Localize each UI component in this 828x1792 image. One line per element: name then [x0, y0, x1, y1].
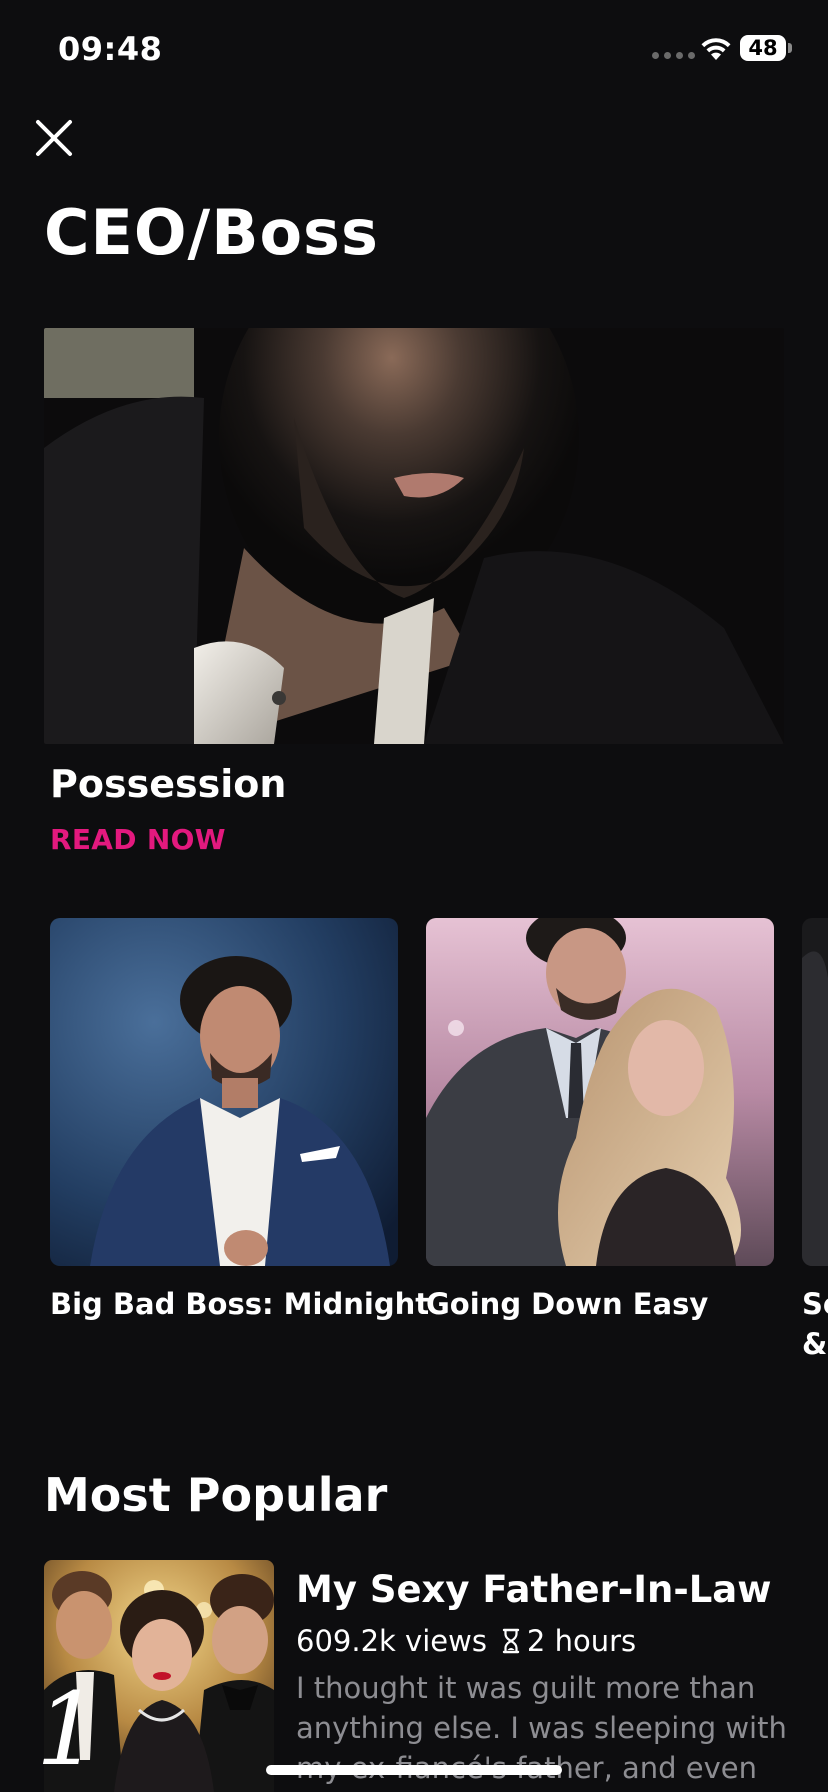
popular-meta: 609.2k views 2 hours [296, 1624, 636, 1658]
story-cover-image [426, 918, 774, 1266]
story-card[interactable]: Big Bad Boss: Midnight [50, 918, 430, 1324]
story-card[interactable]: Going Down Easy [426, 918, 774, 1324]
close-icon [36, 120, 72, 156]
wifi-icon [701, 38, 731, 60]
hourglass-icon [502, 1628, 520, 1654]
story-title: Se & [802, 1287, 828, 1361]
page-title: CEO/Boss [44, 196, 379, 269]
home-indicator[interactable] [266, 1765, 562, 1775]
section-title-most-popular: Most Popular [44, 1468, 388, 1522]
status-time: 09:48 [58, 30, 163, 68]
popular-list-item[interactable]: 1 My Sexy Father-In-Law 609.2k views 2 h… [36, 1560, 828, 1792]
battery-indicator: 48 [740, 35, 786, 61]
views-count: 609.2k views [296, 1624, 487, 1658]
popular-title: My Sexy Father-In-Law [296, 1568, 772, 1611]
read-now-button[interactable]: READ NOW [50, 823, 226, 856]
rank-number: 1 [36, 1671, 100, 1788]
featured-title[interactable]: Possession [50, 762, 286, 806]
reading-duration: 2 hours [526, 1624, 637, 1658]
story-title: Going Down Easy [426, 1287, 709, 1321]
story-cover-image [802, 918, 828, 1266]
battery-tip [788, 43, 792, 53]
status-bar: 09:48 48 [0, 0, 828, 100]
cellular-signal-icon [652, 52, 695, 59]
close-button[interactable] [30, 114, 78, 162]
story-title: Big Bad Boss: Midnight [50, 1287, 430, 1321]
story-card[interactable]: Se & [802, 918, 828, 1364]
featured-cover-image[interactable] [44, 328, 784, 744]
story-cover-image [50, 918, 398, 1266]
story-carousel[interactable]: Big Bad Boss: Midnight Going Down Easy S… [0, 918, 828, 1368]
